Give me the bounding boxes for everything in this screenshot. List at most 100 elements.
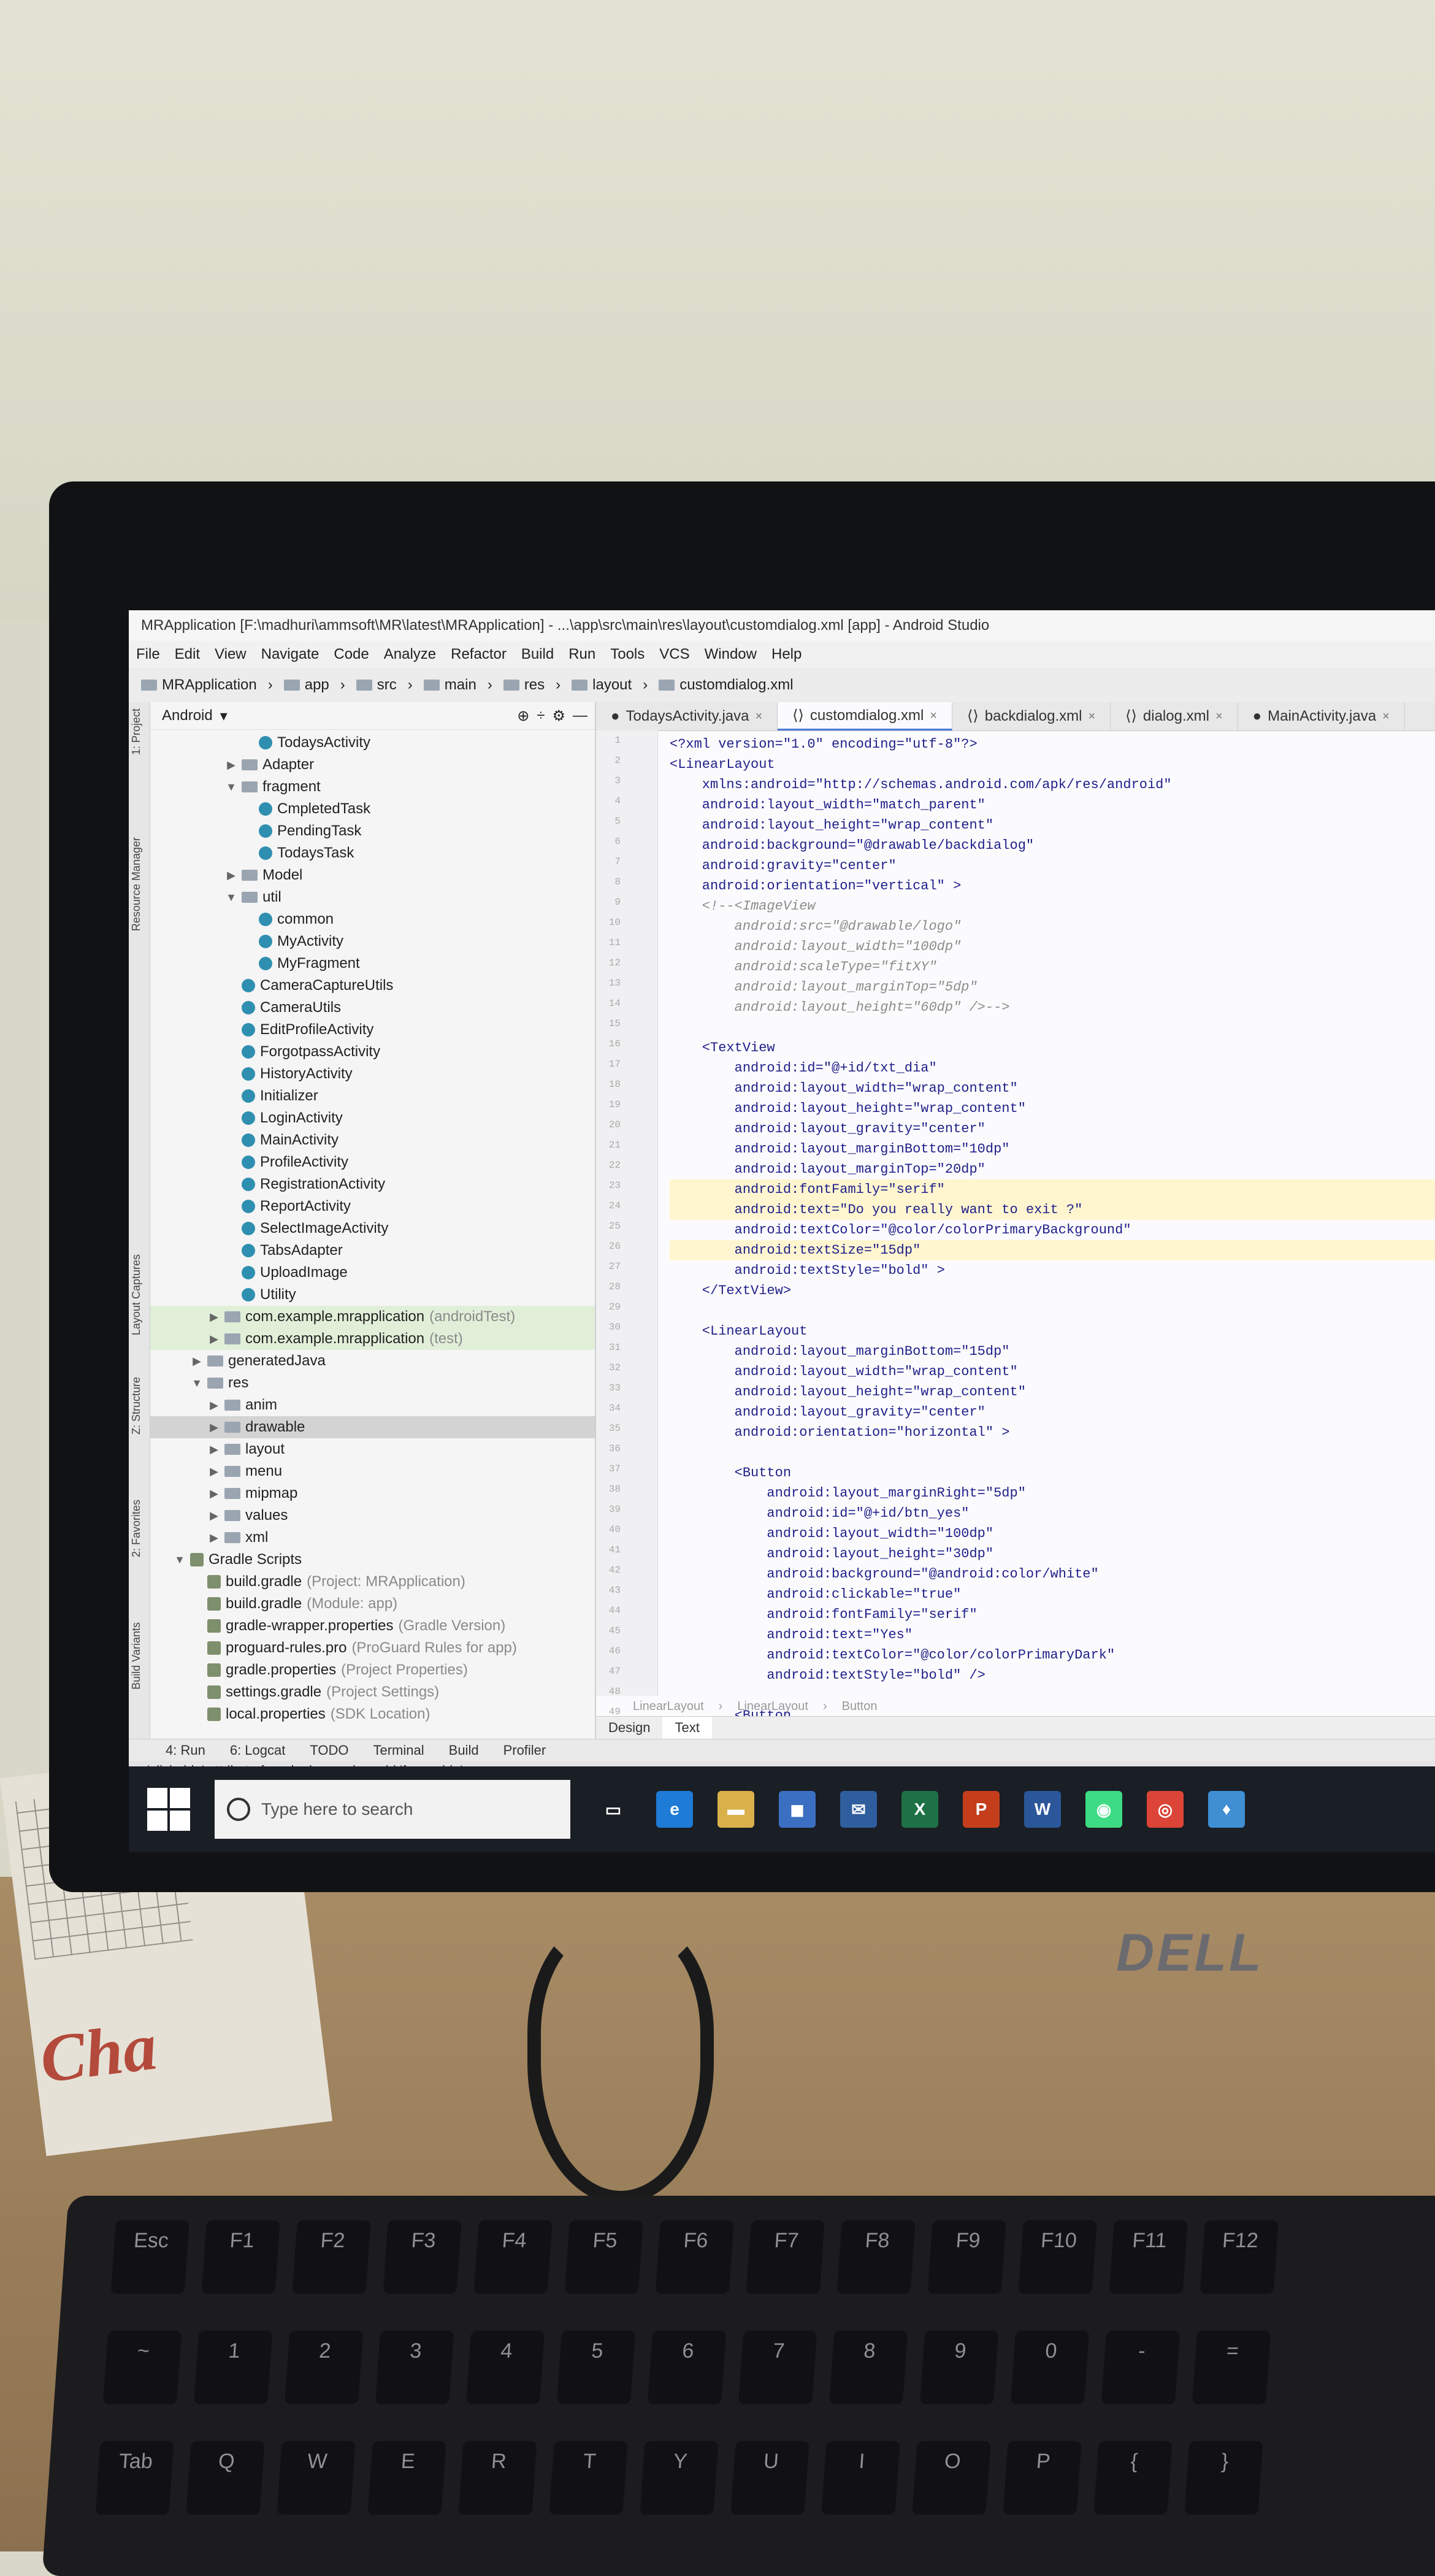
- chrome-icon[interactable]: ◎: [1147, 1791, 1184, 1828]
- key-f10[interactable]: F10: [1018, 2220, 1097, 2294]
- menu-item-vcs[interactable]: VCS: [659, 641, 689, 668]
- key--[interactable]: -: [1101, 2331, 1181, 2404]
- collapse-icon[interactable]: ÷: [537, 707, 545, 724]
- tool-window-button[interactable]: 4: Run: [166, 1739, 205, 1761]
- tree-item[interactable]: ▶ values: [150, 1505, 595, 1527]
- close-icon[interactable]: ×: [1088, 702, 1095, 730]
- menu-item-analyze[interactable]: Analyze: [384, 641, 436, 668]
- tree-item[interactable]: MyActivity: [150, 930, 595, 953]
- mail-icon[interactable]: ✉: [840, 1791, 877, 1828]
- tree-item[interactable]: LoginActivity: [150, 1107, 595, 1129]
- tree-item[interactable]: ▼ fragment: [150, 776, 595, 798]
- side-tab[interactable]: Build Variants: [130, 1622, 148, 1690]
- word-icon[interactable]: W: [1024, 1791, 1061, 1828]
- key-f8[interactable]: F8: [836, 2220, 916, 2294]
- tree-item[interactable]: common: [150, 908, 595, 930]
- nav-crumb[interactable]: app: [283, 677, 329, 694]
- key-o[interactable]: O: [912, 2441, 991, 2515]
- key-p[interactable]: P: [1003, 2441, 1082, 2515]
- collapse-arrow-icon[interactable]: ▶: [209, 1328, 220, 1350]
- tree-item[interactable]: ▶ xml: [150, 1527, 595, 1549]
- side-tab[interactable]: 2: Favorites: [130, 1500, 148, 1557]
- collapse-arrow-icon[interactable]: ▶: [209, 1460, 220, 1482]
- menu-item-build[interactable]: Build: [521, 641, 554, 668]
- collapse-arrow-icon[interactable]: ▶: [209, 1416, 220, 1438]
- nav-crumb[interactable]: layout: [572, 677, 632, 694]
- tree-item[interactable]: gradle-wrapper.properties (Gradle Version…: [150, 1615, 595, 1637]
- code-text[interactable]: <?xml version="1.0" encoding="utf-8"?> <L…: [670, 734, 1435, 1744]
- key-f9[interactable]: F9: [927, 2220, 1006, 2294]
- tree-item[interactable]: ForgotpassActivity: [150, 1041, 595, 1063]
- task-view-icon[interactable]: ▭: [595, 1791, 632, 1828]
- expand-arrow-icon[interactable]: ▼: [174, 1549, 185, 1571]
- collapse-arrow-icon[interactable]: ▶: [209, 1482, 220, 1505]
- key-e[interactable]: E: [367, 2441, 446, 2515]
- powerpoint-icon[interactable]: P: [963, 1791, 1000, 1828]
- editor-breadcrumb[interactable]: LinearLayout: [633, 1700, 704, 1714]
- key-f6[interactable]: F6: [655, 2220, 734, 2294]
- tree-item[interactable]: ▼ Gradle Scripts: [150, 1549, 595, 1571]
- tree-item[interactable]: PendingTask: [150, 820, 595, 842]
- menu-item-code[interactable]: Code: [334, 641, 369, 668]
- tree-item[interactable]: ▼ util: [150, 886, 595, 908]
- tree-item[interactable]: ▶ layout: [150, 1438, 595, 1460]
- key-f7[interactable]: F7: [746, 2220, 825, 2294]
- tree-item[interactable]: ▶ anim: [150, 1394, 595, 1416]
- gear-icon[interactable]: ⚙: [552, 707, 565, 725]
- key-f2[interactable]: F2: [292, 2220, 371, 2294]
- tool-window-button[interactable]: Profiler: [503, 1739, 546, 1761]
- menu-item-window[interactable]: Window: [705, 641, 757, 668]
- tree-item[interactable]: HistoryActivity: [150, 1063, 595, 1085]
- key-3[interactable]: 3: [375, 2331, 454, 2404]
- tree-item[interactable]: local.properties (SDK Location): [150, 1703, 595, 1725]
- tree-item[interactable]: build.gradle (Module: app): [150, 1593, 595, 1615]
- edge-icon[interactable]: e: [656, 1791, 693, 1828]
- close-icon[interactable]: ×: [755, 702, 762, 730]
- key-tab[interactable]: Tab: [95, 2441, 174, 2515]
- editor-tab[interactable]: ● MainActivity.java ×: [1238, 702, 1405, 730]
- key-q[interactable]: Q: [186, 2441, 265, 2515]
- tree-item[interactable]: RegistrationActivity: [150, 1173, 595, 1195]
- key-r[interactable]: R: [458, 2441, 537, 2515]
- locate-icon[interactable]: ⊕: [517, 707, 529, 725]
- menu-item-file[interactable]: File: [136, 641, 160, 668]
- tree-item[interactable]: CameraUtils: [150, 997, 595, 1019]
- expand-arrow-icon[interactable]: ▼: [226, 776, 237, 798]
- excel-icon[interactable]: X: [901, 1791, 938, 1828]
- menu-item-run[interactable]: Run: [568, 641, 595, 668]
- key-f4[interactable]: F4: [473, 2220, 553, 2294]
- expand-arrow-icon[interactable]: ▼: [191, 1372, 202, 1394]
- tree-item[interactable]: UploadImage: [150, 1262, 595, 1284]
- editor-breadcrumb[interactable]: LinearLayout: [737, 1700, 808, 1714]
- key-{[interactable]: {: [1093, 2441, 1173, 2515]
- side-tab[interactable]: Resource Manager: [130, 837, 148, 931]
- collapse-arrow-icon[interactable]: ▶: [209, 1527, 220, 1549]
- key-9[interactable]: 9: [919, 2331, 999, 2404]
- tree-item[interactable]: settings.gradle (Project Settings): [150, 1681, 595, 1703]
- design-tab-design[interactable]: Design: [596, 1717, 662, 1739]
- key-6[interactable]: 6: [647, 2331, 727, 2404]
- tree-item[interactable]: SelectImageActivity: [150, 1217, 595, 1240]
- tree-item[interactable]: ▶ com.example.mrapplication (androidTest): [150, 1306, 595, 1328]
- editor-tab[interactable]: ⟨⟩ customdialog.xml ×: [778, 702, 952, 730]
- chevron-down-icon[interactable]: ▾: [220, 707, 228, 725]
- menu-item-tools[interactable]: Tools: [610, 641, 645, 668]
- key-f12[interactable]: F12: [1200, 2220, 1279, 2294]
- tree-item[interactable]: ▶ generatedJava: [150, 1350, 595, 1372]
- key-w[interactable]: W: [277, 2441, 356, 2515]
- key-7[interactable]: 7: [738, 2331, 817, 2404]
- key-=[interactable]: =: [1192, 2331, 1271, 2404]
- tree-item[interactable]: TodaysTask: [150, 842, 595, 864]
- key-f1[interactable]: F1: [201, 2220, 280, 2294]
- tree-item[interactable]: proguard-rules.pro (ProGuard Rules for ap…: [150, 1637, 595, 1659]
- tree-item[interactable]: TabsAdapter: [150, 1240, 595, 1262]
- collapse-arrow-icon[interactable]: ▶: [209, 1505, 220, 1527]
- menu-item-view[interactable]: View: [215, 641, 247, 668]
- collapse-arrow-icon[interactable]: ▶: [209, 1394, 220, 1416]
- menu-item-edit[interactable]: Edit: [175, 641, 200, 668]
- tree-item[interactable]: MyFragment: [150, 953, 595, 975]
- tree-item[interactable]: Utility: [150, 1284, 595, 1306]
- close-icon[interactable]: ×: [1215, 702, 1223, 730]
- tree-item[interactable]: ▼ res: [150, 1372, 595, 1394]
- close-icon[interactable]: ×: [930, 702, 937, 730]
